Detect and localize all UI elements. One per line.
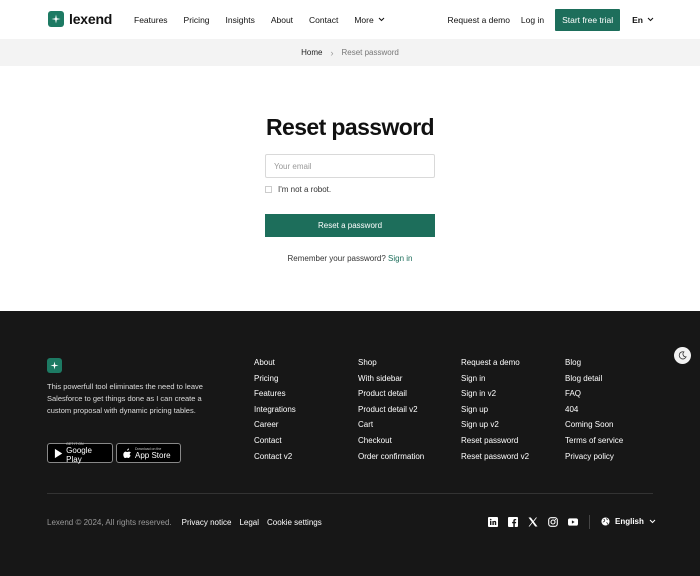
social-links xyxy=(488,517,578,527)
login-link[interactable]: Log in xyxy=(521,15,544,25)
site-footer: This powerfull tool eliminates the need … xyxy=(0,311,700,576)
footer-bottom-bar: Lexend © 2024, All rights reserved. Priv… xyxy=(47,518,322,527)
site-header: lexend Features Pricing Insights About C… xyxy=(0,0,700,39)
youtube-icon[interactable] xyxy=(568,517,578,527)
header-actions: Request a demo Log in Start free trial E… xyxy=(448,0,654,39)
footer-link[interactable]: Sign up xyxy=(461,405,529,414)
google-play-badge[interactable]: GET IT ON Google Play xyxy=(47,442,113,464)
footer-link[interactable]: Features xyxy=(254,389,296,398)
chevron-right-icon: › xyxy=(330,47,334,58)
privacy-notice-link[interactable]: Privacy notice xyxy=(182,518,232,527)
footer-link[interactable]: Reset password xyxy=(461,436,529,445)
footer-link[interactable]: Contact xyxy=(254,436,296,445)
robot-label: I'm not a robot. xyxy=(278,185,332,194)
footer-link[interactable]: About xyxy=(254,358,296,367)
app-store-big: App Store xyxy=(135,450,171,460)
app-store-badge[interactable]: Download on the App Store xyxy=(116,443,181,463)
globe-icon xyxy=(601,517,610,526)
footer-link[interactable]: Reset password v2 xyxy=(461,452,529,461)
nav-about[interactable]: About xyxy=(271,15,293,25)
breadcrumb: Home › Reset password xyxy=(0,39,700,66)
footer-link[interactable]: Contact v2 xyxy=(254,452,296,461)
nav-more-label: More xyxy=(354,14,374,25)
footer-column-shop: Shop With sidebar Product detail Product… xyxy=(358,358,424,461)
request-demo-link[interactable]: Request a demo xyxy=(448,15,510,25)
robot-checkbox[interactable]: I'm not a robot. xyxy=(265,185,331,194)
facebook-icon[interactable] xyxy=(508,517,518,527)
reset-password-button[interactable]: Reset a password xyxy=(265,214,435,237)
remember-password-text: Remember your password? Sign in xyxy=(0,254,700,263)
footer-link[interactable]: Career xyxy=(254,420,296,429)
footer-language-label: English xyxy=(615,517,644,526)
footer-link[interactable]: Blog detail xyxy=(565,374,623,383)
logo[interactable]: lexend xyxy=(48,11,112,27)
footer-logo-icon[interactable] xyxy=(47,358,62,373)
footer-column-account: Request a demo Sign in Sign in v2 Sign u… xyxy=(461,358,529,461)
copyright-text: Lexend © 2024, All rights reserved. xyxy=(47,518,172,527)
footer-link[interactable]: Pricing xyxy=(254,374,296,383)
dark-mode-toggle[interactable] xyxy=(674,347,691,364)
footer-link[interactable]: Product detail v2 xyxy=(358,405,424,414)
footer-link[interactable]: Sign in v2 xyxy=(461,389,529,398)
page-title: Reset password xyxy=(266,114,435,140)
footer-separator xyxy=(589,515,590,529)
main-nav: Features Pricing Insights About Contact … xyxy=(134,0,385,39)
footer-link[interactable]: With sidebar xyxy=(358,374,424,383)
footer-link[interactable]: Product detail xyxy=(358,389,424,398)
nav-pricing[interactable]: Pricing xyxy=(184,15,210,25)
play-icon xyxy=(54,448,63,458)
apple-icon xyxy=(123,448,131,458)
footer-link[interactable]: Sign up v2 xyxy=(461,420,529,429)
breadcrumb-current: Reset password xyxy=(341,48,399,57)
footer-link[interactable]: Cart xyxy=(358,420,424,429)
chevron-down-icon xyxy=(378,17,385,22)
footer-link[interactable]: 404 xyxy=(565,405,623,414)
footer-link[interactable]: Order confirmation xyxy=(358,452,424,461)
footer-link[interactable]: Shop xyxy=(358,358,424,367)
nav-insights[interactable]: Insights xyxy=(226,15,255,25)
footer-link[interactable]: FAQ xyxy=(565,389,623,398)
nav-features[interactable]: Features xyxy=(134,15,168,25)
footer-link[interactable]: Integrations xyxy=(254,405,296,414)
footer-link[interactable]: Checkout xyxy=(358,436,424,445)
chevron-down-icon xyxy=(647,17,654,22)
x-icon[interactable] xyxy=(528,517,538,527)
footer-language-selector[interactable]: English xyxy=(601,517,656,526)
reset-password-section: Reset password I'm not a robot. Reset a … xyxy=(0,66,700,311)
nav-more[interactable]: More xyxy=(354,14,385,25)
footer-link[interactable]: Terms of service xyxy=(565,436,623,445)
language-label: En xyxy=(632,14,643,25)
nav-contact[interactable]: Contact xyxy=(309,15,338,25)
footer-link[interactable]: Coming Soon xyxy=(565,420,623,429)
logo-mark-icon xyxy=(48,11,64,27)
start-trial-button[interactable]: Start free trial xyxy=(555,8,621,31)
moon-icon xyxy=(678,351,687,360)
footer-link[interactable]: Sign in xyxy=(461,374,529,383)
remember-label: Remember your password? xyxy=(287,254,386,263)
footer-divider xyxy=(47,493,653,494)
checkbox-box[interactable] xyxy=(265,186,272,193)
email-field[interactable] xyxy=(265,154,435,178)
sign-in-link[interactable]: Sign in xyxy=(388,254,412,263)
footer-description: This powerfull tool eliminates the need … xyxy=(47,382,203,415)
footer-column-company: About Pricing Features Integrations Care… xyxy=(254,358,296,461)
cookie-settings-link[interactable]: Cookie settings xyxy=(267,518,322,527)
legal-link[interactable]: Legal xyxy=(239,518,259,527)
footer-link[interactable]: Privacy policy xyxy=(565,452,623,461)
logo-text: lexend xyxy=(69,11,113,27)
chevron-down-icon xyxy=(649,519,656,524)
language-selector[interactable]: En xyxy=(632,15,654,25)
footer-column-resources: Blog Blog detail FAQ 404 Coming Soon Ter… xyxy=(565,358,623,461)
breadcrumb-home[interactable]: Home xyxy=(301,48,322,57)
google-play-big: Google Play xyxy=(66,446,92,464)
linkedin-icon[interactable] xyxy=(488,517,498,527)
footer-link[interactable]: Blog xyxy=(565,358,623,367)
footer-link[interactable]: Request a demo xyxy=(461,358,529,367)
instagram-icon[interactable] xyxy=(548,517,558,527)
